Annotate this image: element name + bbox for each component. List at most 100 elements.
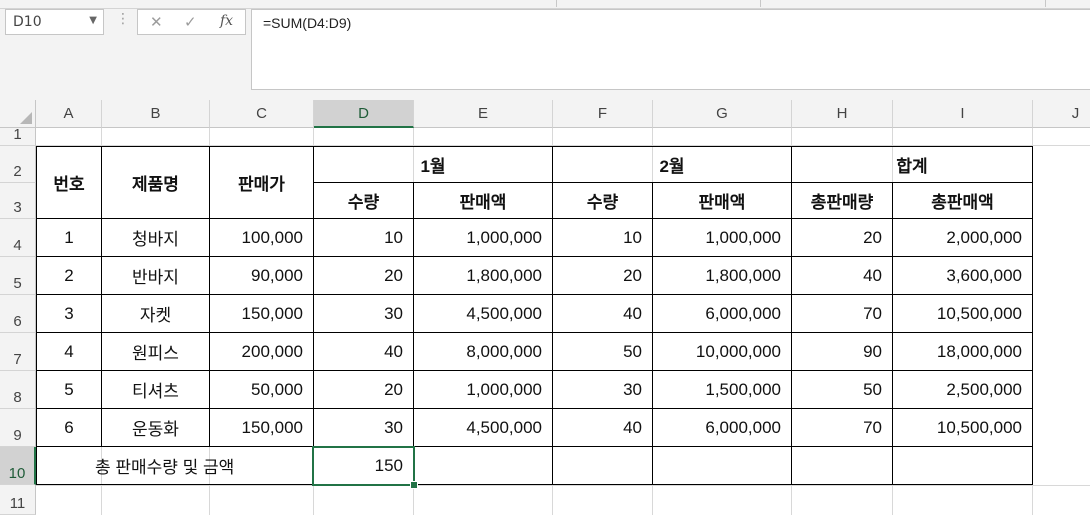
formula-input[interactable]: =SUM(D4:D9)	[251, 9, 1090, 90]
cell-price[interactable]: 100,000	[210, 219, 313, 256]
enter-icon[interactable]: ✓	[184, 13, 197, 31]
insert-function-icon[interactable]: fx	[220, 13, 233, 29]
column-header-d[interactable]: D	[314, 100, 414, 128]
cell-total-qty[interactable]: 90	[792, 333, 892, 370]
header-total[interactable]: 합계	[792, 147, 1032, 182]
name-box[interactable]: D10 ▼	[5, 9, 104, 35]
cell-product[interactable]: 반바지	[102, 257, 209, 294]
row-header-7[interactable]: 7	[0, 333, 36, 371]
row-header-2[interactable]: 2	[0, 146, 36, 183]
row-header-6[interactable]: 6	[0, 295, 36, 333]
cell-total-amount[interactable]: 10,500,000	[893, 295, 1032, 332]
cell-jan-qty[interactable]: 10	[314, 219, 413, 256]
chevron-down-icon[interactable]: ▼	[89, 15, 97, 26]
row-header-8[interactable]: 8	[0, 371, 36, 409]
cell-product[interactable]: 티셔츠	[102, 371, 209, 408]
cell-feb-amount[interactable]: 6,000,000	[653, 295, 791, 332]
header-no[interactable]: 번호	[37, 147, 101, 218]
cell-jan-amount[interactable]: 1,800,000	[414, 257, 552, 294]
header-feb[interactable]: 2월	[553, 147, 791, 182]
header-total-qty[interactable]: 총판매량	[792, 183, 892, 218]
cell-no[interactable]: 5	[37, 371, 101, 408]
header-jan[interactable]: 1월	[314, 147, 552, 182]
column-header-b[interactable]: B	[102, 100, 210, 128]
column-header-i[interactable]: I	[893, 100, 1033, 128]
cell-price[interactable]: 150,000	[210, 409, 313, 446]
column-header-e[interactable]: E	[414, 100, 553, 128]
cell-feb-amount[interactable]: 1,500,000	[653, 371, 791, 408]
cell-no[interactable]: 6	[37, 409, 101, 446]
gridline	[36, 485, 1090, 486]
cell-price[interactable]: 150,000	[210, 295, 313, 332]
row-header-11[interactable]: 11	[0, 485, 36, 515]
cell-jan-amount[interactable]: 4,500,000	[414, 409, 552, 446]
cell-no[interactable]: 2	[37, 257, 101, 294]
cell-feb-amount[interactable]: 6,000,000	[653, 409, 791, 446]
row-header-5[interactable]: 5	[0, 257, 36, 295]
cell-total-amount[interactable]: 3,600,000	[893, 257, 1032, 294]
cell-feb-amount[interactable]: 1,800,000	[653, 257, 791, 294]
header-feb-qty[interactable]: 수량	[553, 183, 652, 218]
header-jan-amount[interactable]: 판매액	[414, 183, 552, 218]
header-jan-qty[interactable]: 수량	[314, 183, 413, 218]
cell-jan-qty[interactable]: 40	[314, 333, 413, 370]
cell-price[interactable]: 90,000	[210, 257, 313, 294]
cell-jan-qty[interactable]: 20	[314, 257, 413, 294]
cell-jan-amount[interactable]: 1,000,000	[414, 371, 552, 408]
row-header-4[interactable]: 4	[0, 219, 36, 257]
row-header-10[interactable]: 10	[0, 447, 36, 485]
column-header-f[interactable]: F	[553, 100, 653, 128]
cell-feb-qty[interactable]: 40	[553, 409, 652, 446]
cell-jan-qty[interactable]: 30	[314, 295, 413, 332]
cancel-icon[interactable]: ✕	[150, 13, 163, 31]
cell-product[interactable]: 청바지	[102, 219, 209, 256]
column-header-c[interactable]: C	[210, 100, 314, 128]
cell-total-amount[interactable]: 18,000,000	[893, 333, 1032, 370]
fill-handle[interactable]	[410, 481, 418, 489]
column-header-a[interactable]: A	[36, 100, 102, 128]
header-price[interactable]: 판매가	[210, 147, 313, 218]
cell-jan-amount[interactable]: 8,000,000	[414, 333, 552, 370]
cell-product[interactable]: 자켓	[102, 295, 209, 332]
cell-total-qty[interactable]: 70	[792, 409, 892, 446]
cell-feb-amount[interactable]: 10,000,000	[653, 333, 791, 370]
cell-feb-amount[interactable]: 1,000,000	[653, 219, 791, 256]
cell-total-qty[interactable]: 70	[792, 295, 892, 332]
cell-no[interactable]: 3	[37, 295, 101, 332]
cell-no[interactable]: 1	[37, 219, 101, 256]
ribbon-strip	[0, 0, 1090, 9]
row-header-9[interactable]: 9	[0, 409, 36, 447]
cell-total-qty[interactable]: 40	[792, 257, 892, 294]
cell-feb-qty[interactable]: 20	[553, 257, 652, 294]
column-header-g[interactable]: G	[653, 100, 792, 128]
drag-handle-icon[interactable]: ⋮	[116, 11, 130, 27]
cell-total-qty[interactable]: 50	[792, 371, 892, 408]
header-product[interactable]: 제품명	[102, 147, 209, 218]
cell-feb-qty[interactable]: 30	[553, 371, 652, 408]
cell-price[interactable]: 200,000	[210, 333, 313, 370]
cell-feb-qty[interactable]: 40	[553, 295, 652, 332]
row-header-1[interactable]: 1	[0, 126, 36, 146]
summary-label[interactable]: 총 판매수량 및 금액	[37, 447, 313, 484]
select-all-button[interactable]	[0, 100, 36, 128]
cell-price[interactable]: 50,000	[210, 371, 313, 408]
cell-jan-qty[interactable]: 30	[314, 409, 413, 446]
cell-product[interactable]: 운동화	[102, 409, 209, 446]
cell-total-amount[interactable]: 2,500,000	[893, 371, 1032, 408]
header-feb-amount[interactable]: 판매액	[653, 183, 791, 218]
cell-feb-qty[interactable]: 10	[553, 219, 652, 256]
cell-product[interactable]: 원피스	[102, 333, 209, 370]
cell-no[interactable]: 4	[37, 333, 101, 370]
cell-jan-amount[interactable]: 4,500,000	[414, 295, 552, 332]
cell-feb-qty[interactable]: 50	[553, 333, 652, 370]
cell-total-amount[interactable]: 2,000,000	[893, 219, 1032, 256]
header-total-amount[interactable]: 총판매액	[893, 183, 1032, 218]
cell-total-qty[interactable]: 20	[792, 219, 892, 256]
table-border	[36, 484, 1033, 485]
column-header-j[interactable]: J	[1033, 100, 1090, 128]
column-header-h[interactable]: H	[792, 100, 893, 128]
row-header-3[interactable]: 3	[0, 183, 36, 219]
cell-jan-amount[interactable]: 1,000,000	[414, 219, 552, 256]
cell-jan-qty[interactable]: 20	[314, 371, 413, 408]
cell-total-amount[interactable]: 10,500,000	[893, 409, 1032, 446]
